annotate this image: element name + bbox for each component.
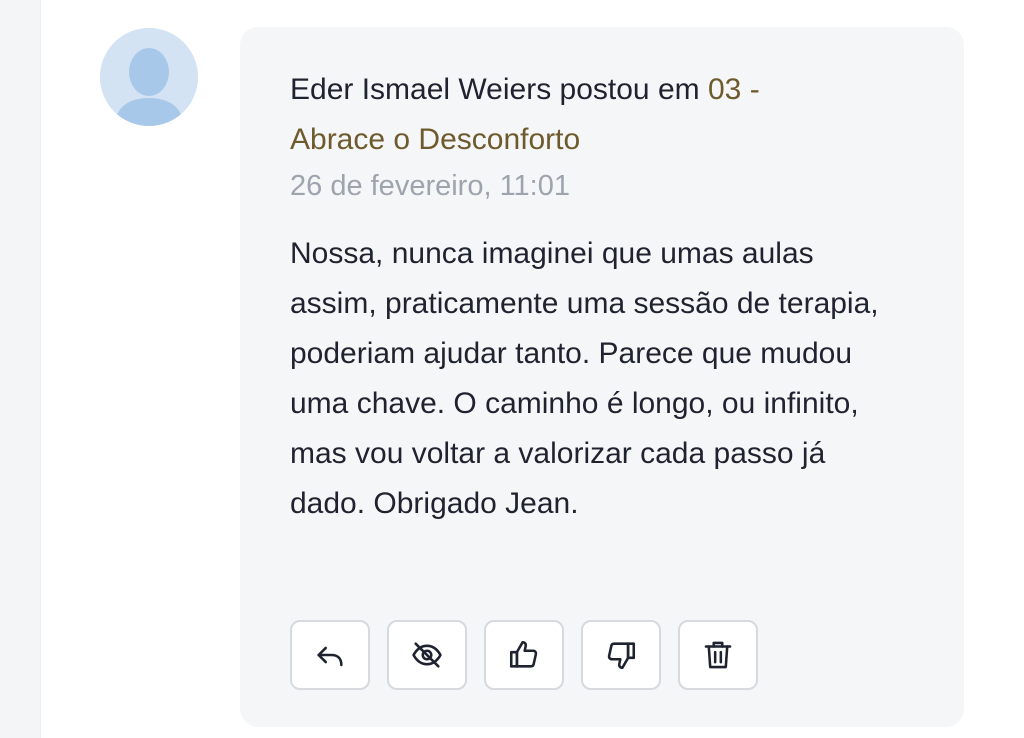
dislike-button[interactable] xyxy=(581,620,661,690)
default-user-icon xyxy=(100,28,198,126)
feed-page: Eder Ismael Weiers postou em 03 - Abrace… xyxy=(0,0,1024,738)
avatar[interactable] xyxy=(100,28,198,126)
post-body: Nossa, nunca imaginei que umas aulas ass… xyxy=(290,237,879,520)
delete-button[interactable] xyxy=(678,620,758,690)
hide-button[interactable] xyxy=(387,620,467,690)
reply-button[interactable] xyxy=(290,620,370,690)
eye-off-icon xyxy=(412,642,442,668)
post-header: Eder Ismael Weiers postou em 03 - Abrace… xyxy=(290,65,850,165)
posted-in-text: postou em xyxy=(559,73,700,106)
like-button[interactable] xyxy=(484,620,564,690)
author-name[interactable]: Eder Ismael Weiers xyxy=(290,73,551,106)
thumbs-up-icon xyxy=(509,640,538,668)
left-sidebar-rail xyxy=(0,0,41,738)
reply-icon xyxy=(317,646,343,667)
post-card: Eder Ismael Weiers postou em 03 - Abrace… xyxy=(240,27,964,727)
thumbs-down-icon xyxy=(607,642,636,670)
post-timestamp: 26 de fevereiro, 11:01 xyxy=(290,170,570,202)
post-actions xyxy=(290,620,758,690)
trash-icon xyxy=(704,641,732,669)
